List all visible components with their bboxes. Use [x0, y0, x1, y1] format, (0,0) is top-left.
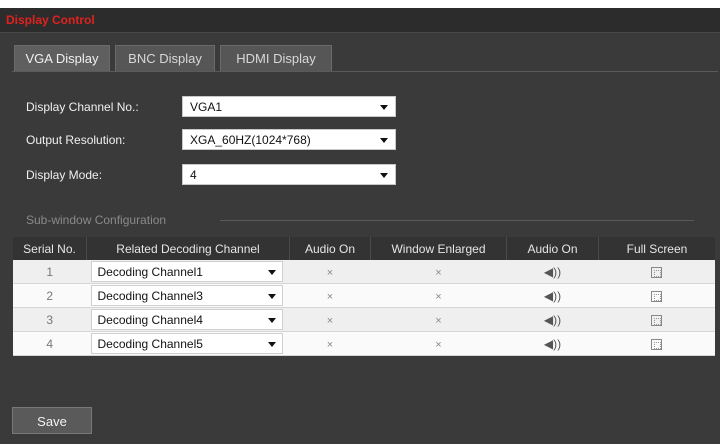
tab-bnc-display[interactable]: BNC Display	[115, 45, 215, 72]
decoding-channel-value: Decoding Channel1	[97, 265, 203, 279]
full-screen-cell[interactable]	[598, 331, 715, 356]
x-icon: ×	[326, 314, 334, 327]
audio-toggle-cell[interactable]: ◀))	[506, 307, 599, 332]
table-row: 3 Decoding Channel4 × × ◀))	[13, 307, 715, 332]
channel-cell: Decoding Channel5	[86, 331, 290, 356]
audio-toggle-cell[interactable]: ◀))	[506, 331, 599, 356]
serial-no-cell: 2	[13, 283, 87, 308]
speaker-icon: ◀))	[543, 336, 562, 351]
x-icon: ×	[326, 266, 334, 279]
decoding-channel-select[interactable]: Decoding Channel4	[90, 309, 283, 330]
decoding-channel-value: Decoding Channel3	[97, 289, 203, 303]
x-icon: ×	[435, 338, 442, 351]
section-divider	[220, 220, 694, 221]
audio-toggle-cell[interactable]: ◀))	[506, 260, 599, 284]
display-mode-select[interactable]: 4	[182, 164, 396, 185]
chevron-down-icon	[380, 138, 388, 143]
table-row: 4 Decoding Channel5 × × ◀))	[13, 331, 715, 356]
col-full-screen: Full Screen	[598, 237, 715, 260]
decoding-channel-select[interactable]: Decoding Channel5	[90, 333, 283, 354]
col-audio-on-2: Audio On	[506, 237, 599, 260]
full-screen-cell[interactable]	[598, 283, 715, 308]
tab-vga-display[interactable]: VGA Display	[14, 45, 110, 72]
col-serial-no: Serial No.	[13, 237, 87, 260]
channel-cell: Decoding Channel3	[86, 283, 290, 308]
col-audio-on: Audio On	[289, 237, 371, 260]
full-screen-cell[interactable]	[598, 260, 715, 284]
decoding-channel-select[interactable]: Decoding Channel1	[90, 261, 283, 282]
x-icon: ×	[435, 266, 442, 279]
audio-on-cell[interactable]: ×	[289, 331, 371, 356]
output-resolution-select[interactable]: XGA_60HZ(1024*768)	[182, 129, 396, 150]
col-window-enlarged: Window Enlarged	[370, 237, 507, 260]
channel-cell: Decoding Channel1	[86, 260, 290, 284]
channel-cell: Decoding Channel4	[86, 307, 290, 332]
speaker-icon: ◀))	[543, 264, 562, 279]
audio-on-cell[interactable]: ×	[289, 307, 371, 332]
speaker-icon: ◀))	[543, 288, 562, 303]
serial-no-cell: 1	[13, 260, 87, 284]
x-icon: ×	[326, 290, 334, 303]
chevron-down-icon	[267, 318, 276, 323]
screen: Display Control VGA Display BNC Display …	[0, 0, 720, 444]
x-icon: ×	[326, 338, 334, 351]
decoding-channel-value: Decoding Channel4	[97, 313, 203, 327]
decoding-channel-value: Decoding Channel5	[97, 337, 203, 351]
display-mode-label: Display Mode:	[26, 168, 103, 182]
display-channel-label: Display Channel No.:	[26, 100, 139, 114]
chevron-down-icon	[267, 342, 276, 347]
table-row: 1 Decoding Channel1 × × ◀))	[13, 260, 715, 284]
display-control-panel: Display Control VGA Display BNC Display …	[0, 8, 720, 444]
display-mode-value: 4	[190, 168, 197, 182]
decoding-channel-select[interactable]: Decoding Channel3	[90, 285, 283, 306]
fullscreen-icon	[651, 290, 663, 302]
fullscreen-icon	[651, 266, 663, 278]
fullscreen-icon	[651, 314, 663, 326]
output-resolution-value: XGA_60HZ(1024*768)	[190, 133, 311, 147]
x-icon: ×	[435, 290, 442, 303]
subwindow-section-title: Sub-window Configuration	[26, 213, 167, 227]
speaker-icon: ◀))	[543, 312, 562, 327]
tab-hdmi-display[interactable]: HDMI Display	[220, 45, 332, 72]
subwindow-table: Serial No. Related Decoding Channel Audi…	[13, 237, 715, 356]
window-enlarged-cell[interactable]: ×	[370, 307, 507, 332]
tab-divider	[12, 71, 718, 72]
window-enlarged-cell[interactable]: ×	[370, 331, 507, 356]
audio-on-cell[interactable]: ×	[289, 260, 371, 284]
display-channel-select[interactable]: VGA1	[182, 96, 396, 117]
window-enlarged-cell[interactable]: ×	[370, 283, 507, 308]
chevron-down-icon	[380, 105, 388, 110]
table-row: 2 Decoding Channel3 × × ◀))	[13, 283, 715, 308]
display-channel-value: VGA1	[190, 100, 223, 114]
serial-no-cell: 4	[13, 331, 87, 356]
title-bar: Display Control	[0, 8, 720, 33]
chevron-down-icon	[380, 173, 388, 178]
serial-no-cell: 3	[13, 307, 87, 332]
window-title: Display Control	[6, 13, 95, 27]
chevron-down-icon	[267, 270, 276, 275]
save-button[interactable]: Save	[12, 407, 92, 434]
table-header-row: Serial No. Related Decoding Channel Audi…	[13, 237, 715, 260]
window-enlarged-cell[interactable]: ×	[370, 260, 507, 284]
col-related-decoding-channel: Related Decoding Channel	[86, 237, 290, 260]
audio-on-cell[interactable]: ×	[289, 283, 371, 308]
output-resolution-label: Output Resolution:	[26, 133, 126, 147]
chevron-down-icon	[267, 294, 276, 299]
audio-toggle-cell[interactable]: ◀))	[506, 283, 599, 308]
fullscreen-icon	[651, 338, 663, 350]
full-screen-cell[interactable]	[598, 307, 715, 332]
x-icon: ×	[435, 314, 442, 327]
